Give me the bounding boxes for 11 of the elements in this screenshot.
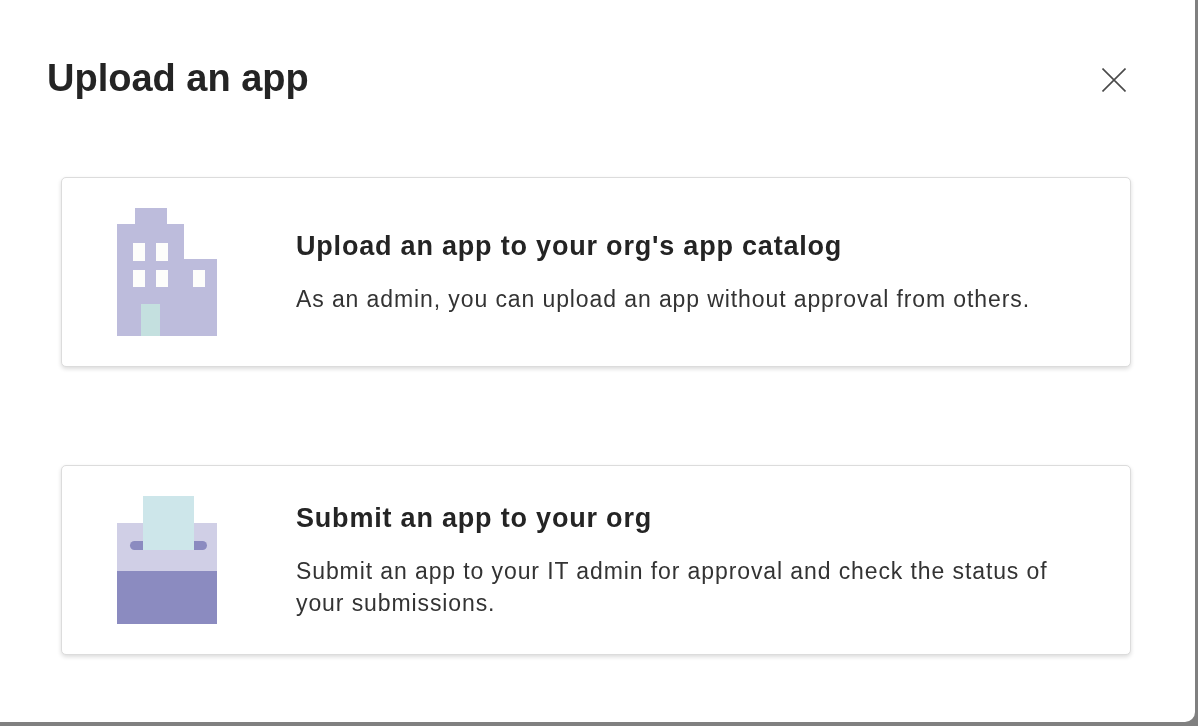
option-description: As an admin, you can upload an app without approval from others. [296, 285, 1030, 314]
dialog-title: Upload an app [47, 56, 309, 101]
close-button[interactable] [1101, 67, 1127, 93]
option-card[interactable]: Submit an app to your org Submit an app to your IT admin for approval and check the status of your submissions. [61, 465, 1131, 655]
option-title: Upload an app to your org's app catalog [296, 230, 844, 263]
close-icon [1102, 68, 1126, 92]
ballot-box-icon [117, 496, 217, 624]
option-description: Submit an app to your IT admin for approval and check the status of your submissions. [296, 557, 1049, 618]
option-title: Submit an app to your org [296, 502, 653, 535]
building-icon [117, 208, 217, 336]
option-card[interactable]: Upload an app to your org's app catalog As an admin, you can upload an app without approval from others. [61, 177, 1131, 367]
